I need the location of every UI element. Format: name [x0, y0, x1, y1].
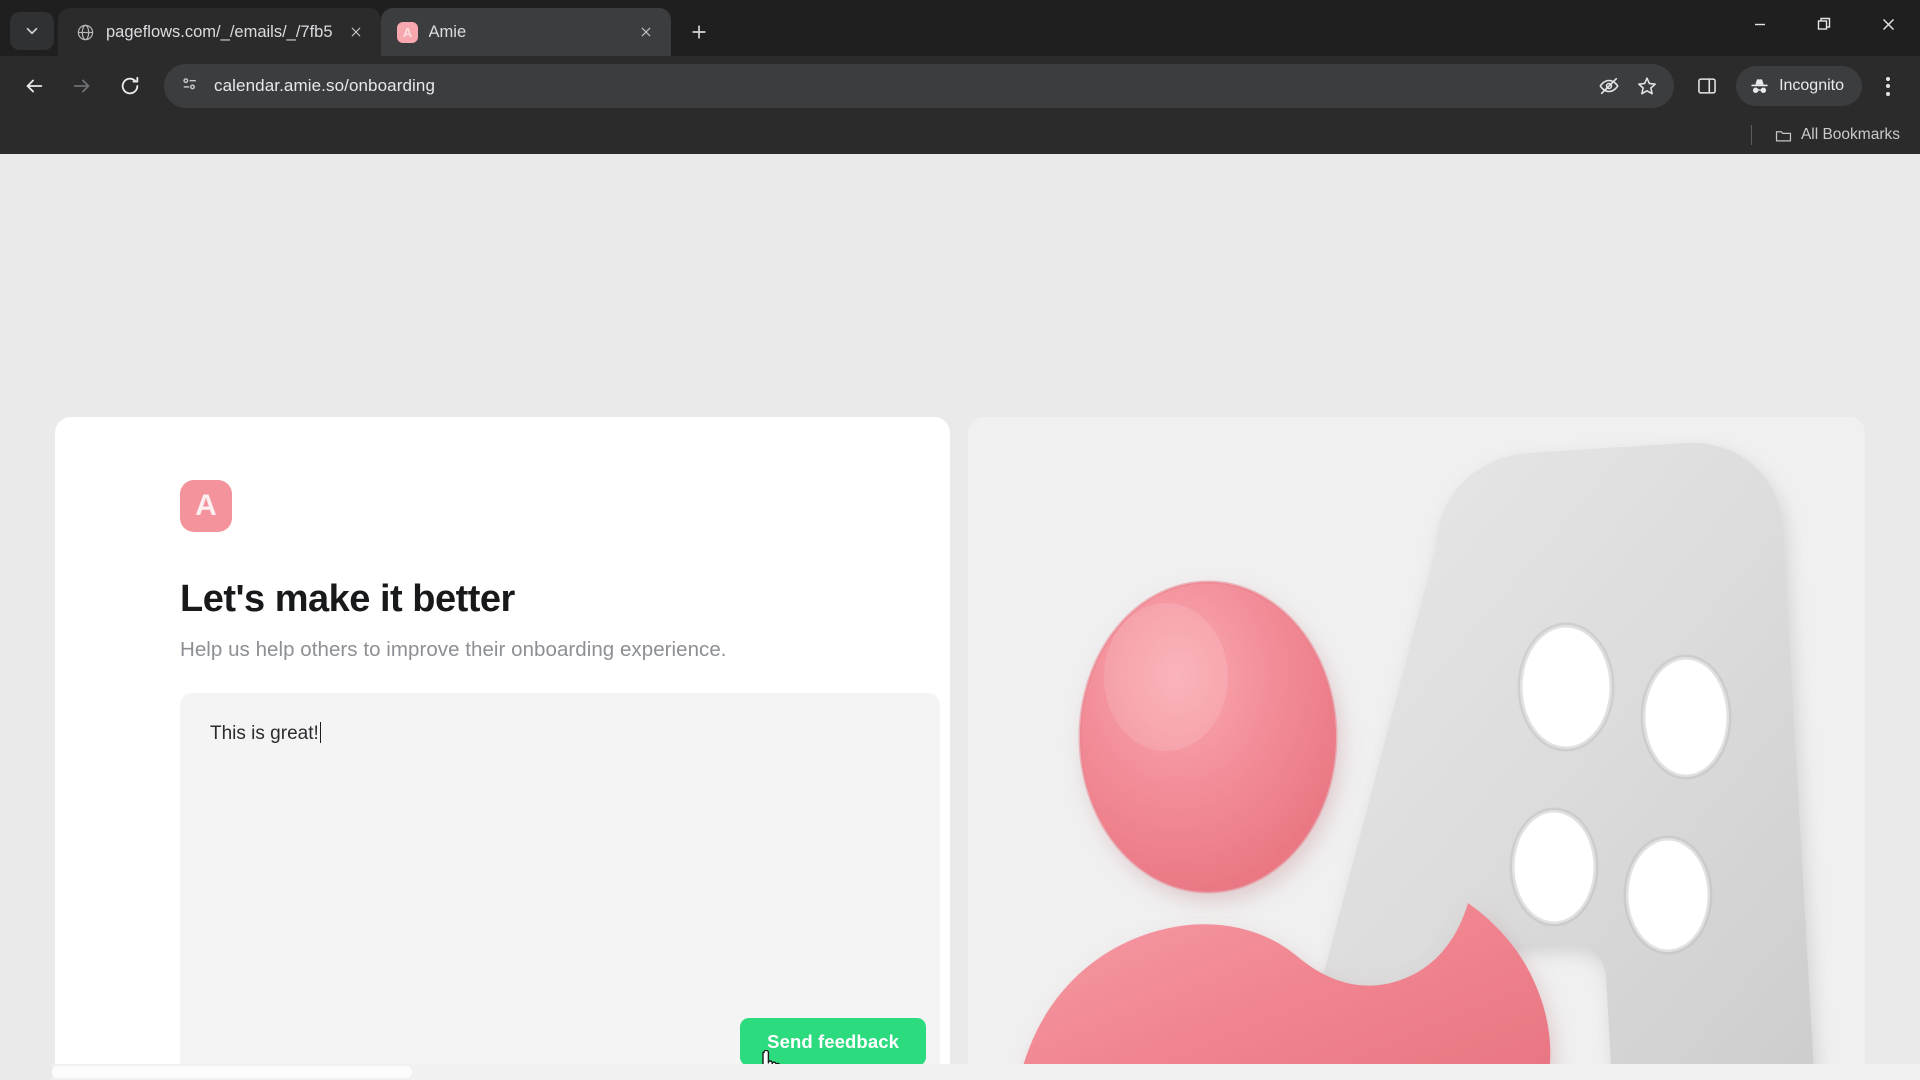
page-title: Let's make it better	[180, 578, 515, 620]
close-window-button[interactable]	[1856, 0, 1920, 48]
address-bar-url: calendar.amie.so/onboarding	[214, 76, 436, 95]
browser-tab-pageflows[interactable]: pageflows.com/_/emails/_/7fb5	[58, 8, 381, 56]
horizontal-scrollbar-thumb[interactable]	[52, 1066, 412, 1078]
person-head-shape	[1078, 580, 1338, 894]
window-controls	[1728, 0, 1920, 48]
restore-icon	[1817, 17, 1830, 30]
maximize-button[interactable]	[1792, 0, 1856, 48]
amie-logo-icon: A	[397, 21, 419, 43]
arrow-right-icon	[73, 79, 90, 93]
bookmarks-divider	[1750, 125, 1752, 145]
onboarding-layout: A Let's make it better Help us help othe…	[0, 154, 1920, 1080]
globe-icon	[74, 21, 96, 43]
illustration-card	[968, 417, 1865, 1080]
forward-button[interactable]	[60, 64, 104, 108]
incognito-label: Incognito	[1779, 77, 1844, 94]
back-button[interactable]	[12, 64, 56, 108]
feedback-textarea-value[interactable]: This is great!	[210, 721, 319, 748]
menu-dot	[1886, 84, 1890, 88]
feedback-card: A Let's make it better Help us help othe…	[55, 417, 950, 1080]
side-panel-button[interactable]	[1686, 65, 1728, 107]
chrome-menu-button[interactable]	[1868, 64, 1908, 108]
amie-favicon-letter: A	[397, 21, 419, 43]
menu-dot	[1886, 76, 1890, 81]
person-body-shape	[1019, 903, 1551, 1080]
tab-title: Amie	[428, 22, 467, 41]
close-icon	[1882, 18, 1894, 30]
all-bookmarks-button[interactable]: All Bookmarks	[1768, 122, 1906, 149]
horizontal-scrollbar[interactable]	[0, 1064, 1920, 1080]
browser-toolbar: calendar.amie.so/onboarding Incognito	[0, 56, 1920, 116]
letter-a-shape	[1295, 442, 1815, 1080]
menu-dot	[1886, 91, 1890, 96]
chevron-down-icon	[26, 27, 38, 35]
incognito-hat-icon	[1751, 78, 1768, 93]
tab-strip: pageflows.com/_/emails/_/7fb5 A Amie	[0, 0, 1920, 56]
page-subtitle: Help us help others to improve their onb…	[180, 638, 727, 661]
minimize-icon	[1755, 23, 1765, 26]
address-bar[interactable]: calendar.amie.so/onboarding	[164, 64, 1675, 108]
page-viewport: A Let's make it better Help us help othe…	[0, 154, 1920, 1080]
tab-close-button[interactable]	[343, 19, 369, 45]
amie-logo-letter: A	[195, 489, 217, 522]
new-tab-button[interactable]	[679, 12, 719, 52]
text-caret	[319, 722, 322, 743]
plus-icon	[691, 25, 706, 39]
amie-logo-icon: A	[180, 480, 232, 532]
eye-slash-icon[interactable]	[1598, 75, 1620, 97]
all-bookmarks-label: All Bookmarks	[1800, 126, 1900, 143]
browser-tab-amie[interactable]: A Amie	[380, 8, 671, 56]
tab-close-button[interactable]	[633, 19, 659, 45]
reload-button[interactable]	[108, 64, 152, 108]
tab-search-button[interactable]	[10, 12, 54, 50]
minimize-button[interactable]	[1728, 0, 1792, 48]
browser-window: pageflows.com/_/emails/_/7fb5 A Amie cal…	[0, 0, 1920, 1080]
page-info-icon[interactable]	[180, 74, 200, 99]
send-feedback-button[interactable]: Send feedback	[740, 1018, 926, 1066]
scrollbar-track-left	[0, 1064, 52, 1080]
tab-title: pageflows.com/_/emails/_/7fb5	[106, 22, 333, 41]
bookmarks-bar: All Bookmarks	[0, 116, 1920, 154]
side-panel-icon	[1698, 78, 1716, 94]
feedback-input-area[interactable]: This is great! Send feedback	[180, 693, 940, 1080]
incognito-indicator[interactable]: Incognito	[1736, 66, 1862, 106]
amie-person-and-a-illustration	[1019, 442, 1815, 1080]
reload-icon	[121, 76, 139, 95]
folder-icon	[1775, 130, 1792, 142]
star-icon[interactable]	[1636, 75, 1658, 97]
arrow-left-icon	[26, 79, 43, 93]
